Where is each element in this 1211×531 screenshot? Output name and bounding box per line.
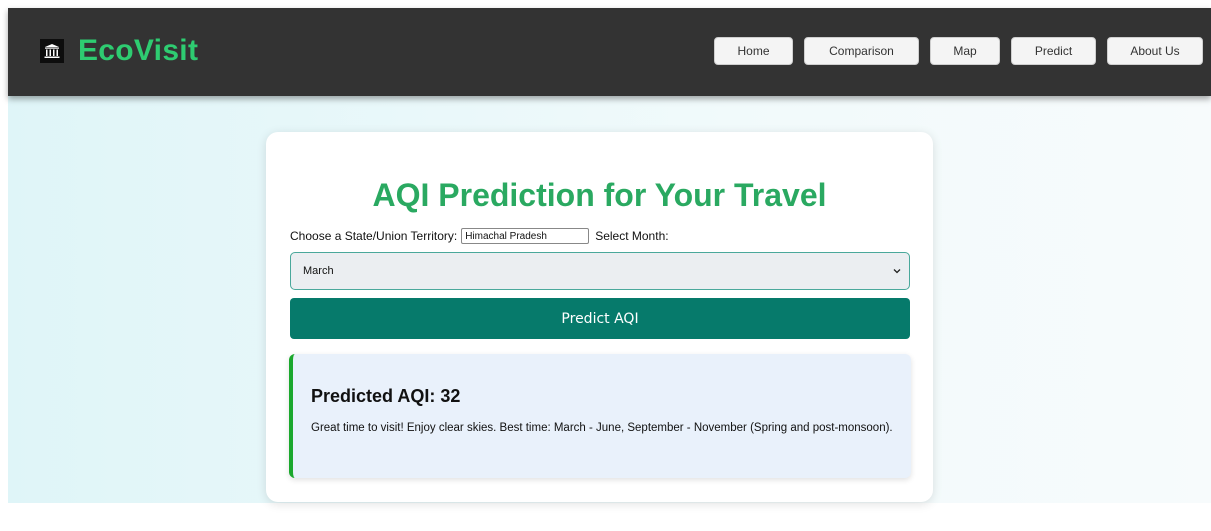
state-label: Choose a State/Union Territory:	[290, 229, 458, 243]
nav-home-button[interactable]: Home	[714, 37, 793, 65]
prediction-card: AQI Prediction for Your Travel Choose a …	[266, 132, 933, 502]
predicted-aqi-heading: Predicted AQI: 32	[311, 386, 461, 406]
state-input[interactable]	[461, 228, 590, 244]
nav-map-button[interactable]: Map	[930, 37, 1000, 65]
result-message: Great time to visit! Enjoy clear skies. …	[311, 422, 893, 434]
predict-aqi-button[interactable]: Predict AQI	[290, 298, 910, 339]
nav-about-button[interactable]: About Us	[1107, 37, 1203, 65]
page-title: AQI Prediction for Your Travel	[372, 177, 827, 213]
nav-comparison-button[interactable]: Comparison	[804, 37, 919, 65]
brand[interactable]: EcoVisit	[40, 34, 198, 68]
result-box: Predicted AQI: 32 Great time to visit! E…	[289, 354, 911, 478]
form-row: Choose a State/Union Territory: Select M…	[290, 228, 669, 244]
month-label: Select Month:	[595, 229, 669, 243]
brand-name: EcoVisit	[78, 34, 199, 67]
month-selected-value: March	[303, 265, 334, 277]
month-select[interactable]: March	[290, 252, 910, 290]
main-content: AQI Prediction for Your Travel Choose a …	[8, 96, 1211, 503]
navbar: EcoVisit Home Comparison Map Predict Abo…	[8, 8, 1211, 96]
page: EcoVisit Home Comparison Map Predict Abo…	[0, 0, 1211, 531]
chevron-down-icon	[893, 267, 901, 275]
monument-icon	[40, 39, 64, 63]
main-nav: Home Comparison Map Predict About Us	[714, 37, 1203, 65]
nav-predict-button[interactable]: Predict	[1011, 37, 1096, 65]
